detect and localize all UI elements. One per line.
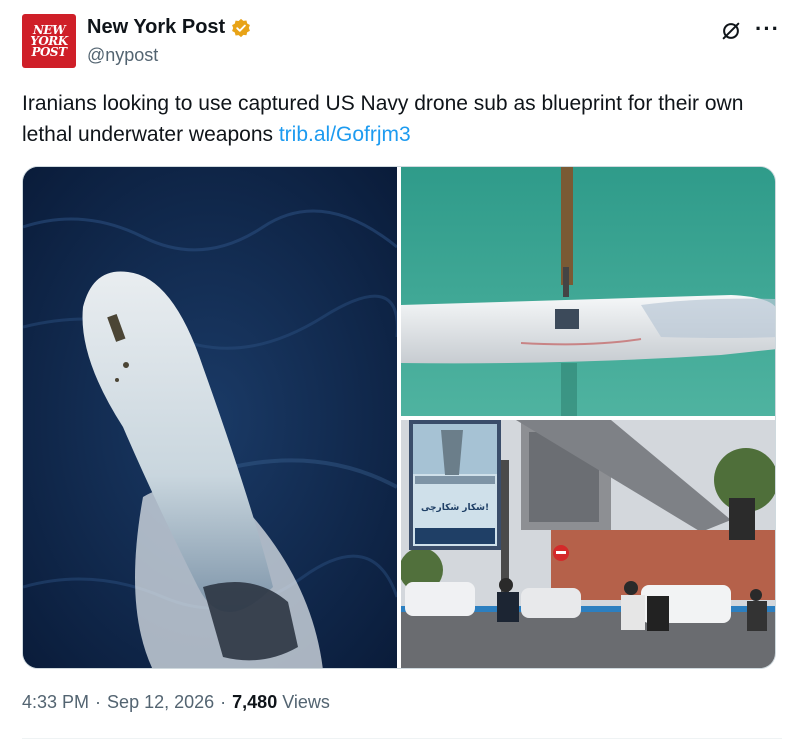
tweet-link[interactable]: trib.al/Gofrjm3 [279,123,411,146]
tweet-text: Iranians looking to use captured US Navy… [22,88,782,150]
display-name[interactable]: New York Post [87,16,225,39]
views-label[interactable]: Views [282,692,330,713]
bottom-divider [22,738,782,739]
crane-lifting-sub-photo[interactable] [401,167,775,416]
grok-icon[interactable] [720,20,742,42]
more-icon[interactable]: ··· [755,16,780,42]
media-grid: شکار شکارچی! [22,166,776,669]
aerial-drone-sub-photo[interactable] [23,167,397,668]
tweet-time[interactable]: 4:33 PM [22,692,89,713]
tweet-header: NEW YORK POST New York Post @nypost ··· [22,14,782,70]
meta-separator-1: · [95,692,102,712]
views-count[interactable]: 7,480 [232,692,277,713]
verified-badge-icon[interactable] [231,18,251,38]
name-row: New York Post [87,16,251,39]
tehran-street-billboard-photo[interactable]: شکار شکارچی! [401,420,775,668]
tweet-date[interactable]: Sep 12, 2026 [107,692,214,713]
billboard-text: شکار شکارچی! [420,503,490,513]
avatar-line-3: POST [31,44,67,59]
meta-separator-2: · [220,692,227,712]
tweet-meta: 4:33 PM · Sep 12, 2026 · 7,480 Views [22,692,330,713]
handle[interactable]: @nypost [87,45,158,66]
avatar[interactable]: NEW YORK POST [22,14,76,68]
